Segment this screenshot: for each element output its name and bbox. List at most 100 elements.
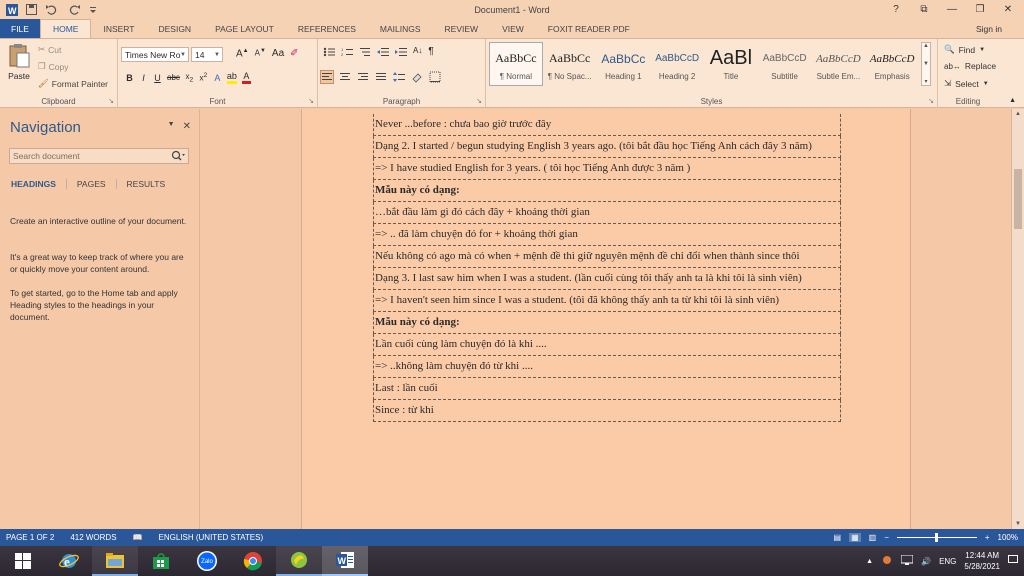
font-launcher-icon[interactable]: ↘ <box>308 97 314 105</box>
proofing-icon[interactable]: 📖 <box>133 533 143 542</box>
scroll-down-icon[interactable]: ▼ <box>1012 521 1024 527</box>
show-hidden-icons-icon[interactable]: ▲ <box>866 558 873 565</box>
tab-mailings[interactable]: MAILINGS <box>368 19 433 38</box>
tab-review[interactable]: REVIEW <box>433 19 491 38</box>
help-button[interactable]: ? <box>888 4 904 15</box>
bold-icon[interactable]: B <box>125 73 134 83</box>
volume-icon[interactable]: 🔊 <box>921 557 931 566</box>
tab-file[interactable]: FILE <box>0 19 40 38</box>
zoom-in-icon[interactable]: + <box>985 533 990 542</box>
internet-explorer-button[interactable]: e <box>46 546 92 576</box>
increase-indent-icon[interactable] <box>395 46 407 58</box>
table-row[interactable]: => ..không làm chuyện đó từ khi .... <box>373 356 841 378</box>
search-icon[interactable] <box>171 150 185 164</box>
table-row[interactable]: => .. đã làm chuyện đó for + khoảng thời… <box>373 224 841 246</box>
notifications-icon[interactable] <box>1008 555 1018 567</box>
styles-launcher-icon[interactable]: ↘ <box>928 97 934 105</box>
table-row[interactable]: Last : lần cuối <box>373 378 841 400</box>
tab-page-layout[interactable]: PAGE LAYOUT <box>203 19 286 38</box>
start-button[interactable] <box>0 546 46 576</box>
document-page[interactable]: Never ...before : chưa bao giờ trước đây… <box>301 109 911 529</box>
search-input[interactable]: Search document <box>9 148 189 164</box>
redo-icon[interactable] <box>67 4 81 15</box>
table-row[interactable]: Since : từ khi <box>373 400 841 422</box>
table-row[interactable]: Lần cuối cùng làm chuyện đó là khi .... <box>373 334 841 356</box>
close-button[interactable]: ✕ <box>1000 4 1016 15</box>
language-indicator[interactable]: ENGLISH (UNITED STATES) <box>159 533 264 542</box>
justify-icon[interactable] <box>375 71 387 83</box>
table-row[interactable]: Mẫu này có dạng: <box>373 312 841 334</box>
sign-in-link[interactable]: Sign in <box>976 19 1002 38</box>
shrink-font-icon[interactable]: A▼ <box>255 48 266 59</box>
cut-button[interactable]: ✂ Cut <box>38 44 61 55</box>
table-row[interactable]: Dạng 3. I last saw him when I was a stud… <box>373 268 841 290</box>
network-icon[interactable] <box>900 554 914 567</box>
more-styles-icon[interactable]: ▾ <box>924 78 927 85</box>
customize-qat-icon[interactable] <box>89 6 97 14</box>
change-case-icon[interactable]: Aa <box>272 48 284 59</box>
chevron-up-icon[interactable]: ▲ <box>923 43 929 49</box>
vertical-scrollbar[interactable]: ▲ ▼ <box>1011 109 1024 529</box>
decrease-indent-icon[interactable] <box>377 46 389 58</box>
highlight-icon[interactable]: ab <box>226 71 237 84</box>
tab-pages[interactable]: PAGES <box>77 179 117 189</box>
unikey-button[interactable] <box>276 546 322 576</box>
word-app-icon[interactable]: W <box>6 3 18 16</box>
tab-results[interactable]: RESULTS <box>127 179 176 189</box>
italic-icon[interactable]: I <box>139 73 148 83</box>
zoom-slider[interactable] <box>896 533 977 542</box>
align-left-icon[interactable] <box>320 70 334 84</box>
file-explorer-button[interactable] <box>92 546 138 576</box>
bullets-icon[interactable] <box>323 46 335 58</box>
copy-button[interactable]: ❐ Copy <box>38 61 68 72</box>
style-title[interactable]: AaBl Title <box>704 42 758 86</box>
tab-headings[interactable]: HEADINGS <box>11 179 67 189</box>
table-row[interactable]: Never ...before : chưa bao giờ trước đây <box>373 114 841 136</box>
word-taskbar-button[interactable]: W <box>322 546 368 576</box>
font-name-dropdown[interactable]: Times New Ro ▼ <box>121 47 189 62</box>
read-mode-icon[interactable]: ▤ <box>834 533 842 542</box>
line-spacing-icon[interactable] <box>393 71 405 83</box>
clock[interactable]: 12:44 AM 5/28/2021 <box>964 550 1000 572</box>
table-row[interactable]: => I haven't seen him since I was a stud… <box>373 290 841 312</box>
tab-design[interactable]: DESIGN <box>146 19 203 38</box>
borders-icon[interactable] <box>429 71 441 83</box>
restore-button[interactable]: ❐ <box>972 4 988 15</box>
clear-formatting-icon[interactable]: ✐ <box>290 48 298 59</box>
paste-button[interactable]: Paste <box>4 43 34 91</box>
font-size-dropdown[interactable]: 14 ▼ <box>191 47 223 62</box>
scroll-thumb[interactable] <box>1014 169 1022 229</box>
word-count[interactable]: 412 WORDS <box>70 533 116 542</box>
superscript-icon[interactable]: x2 <box>199 72 208 83</box>
tab-foxit-reader-pdf[interactable]: FOXIT READER PDF <box>536 19 642 38</box>
chevron-down-icon[interactable]: ▼ <box>923 61 929 67</box>
font-color-icon[interactable]: A <box>241 71 251 84</box>
grow-font-icon[interactable]: A▲ <box>236 48 249 59</box>
strikethrough-icon[interactable]: abc <box>167 73 180 82</box>
table-row[interactable]: …bắt đầu làm gì đó cách đây + khoảng thờ… <box>373 202 841 224</box>
print-layout-icon[interactable]: ▦ <box>849 533 861 542</box>
save-icon[interactable] <box>26 4 37 15</box>
language-indicator[interactable]: ENG <box>939 557 956 566</box>
show-formatting-icon[interactable]: ¶ <box>428 46 433 58</box>
close-icon[interactable]: ✕ <box>183 121 191 132</box>
style-heading-2[interactable]: AaBbCcD Heading 2 <box>650 42 704 86</box>
table-row[interactable]: Mẫu này có dạng: <box>373 180 841 202</box>
style-emphasis[interactable]: AaBbCcD Emphasis <box>865 42 919 86</box>
zalo-button[interactable]: Zalo <box>184 546 230 576</box>
styles-gallery-scroll[interactable]: ▲ ▼ ▾ <box>921 42 931 86</box>
underline-icon[interactable]: U <box>153 73 162 83</box>
text-effects-icon[interactable]: A <box>213 73 222 83</box>
style-no-spacing[interactable]: AaBbCc ¶ No Spac... <box>543 42 597 86</box>
table-row[interactable]: Nếu không có ago mà có when + mệnh đề th… <box>373 246 841 268</box>
table-row[interactable]: => I have studied English for 3 years. (… <box>373 158 841 180</box>
zoom-slider-thumb[interactable] <box>934 533 938 542</box>
minimize-button[interactable]: — <box>944 4 960 15</box>
store-button[interactable] <box>138 546 184 576</box>
collapse-ribbon-icon[interactable]: ▲ <box>1009 97 1016 104</box>
weather-icon[interactable] <box>881 555 893 567</box>
clipboard-launcher-icon[interactable]: ↘ <box>108 97 114 105</box>
style-subtitle[interactable]: AaBbCcD Subtitle <box>758 42 812 86</box>
ribbon-display-button[interactable]: ⧉ <box>916 4 932 15</box>
chrome-button[interactable] <box>230 546 276 576</box>
